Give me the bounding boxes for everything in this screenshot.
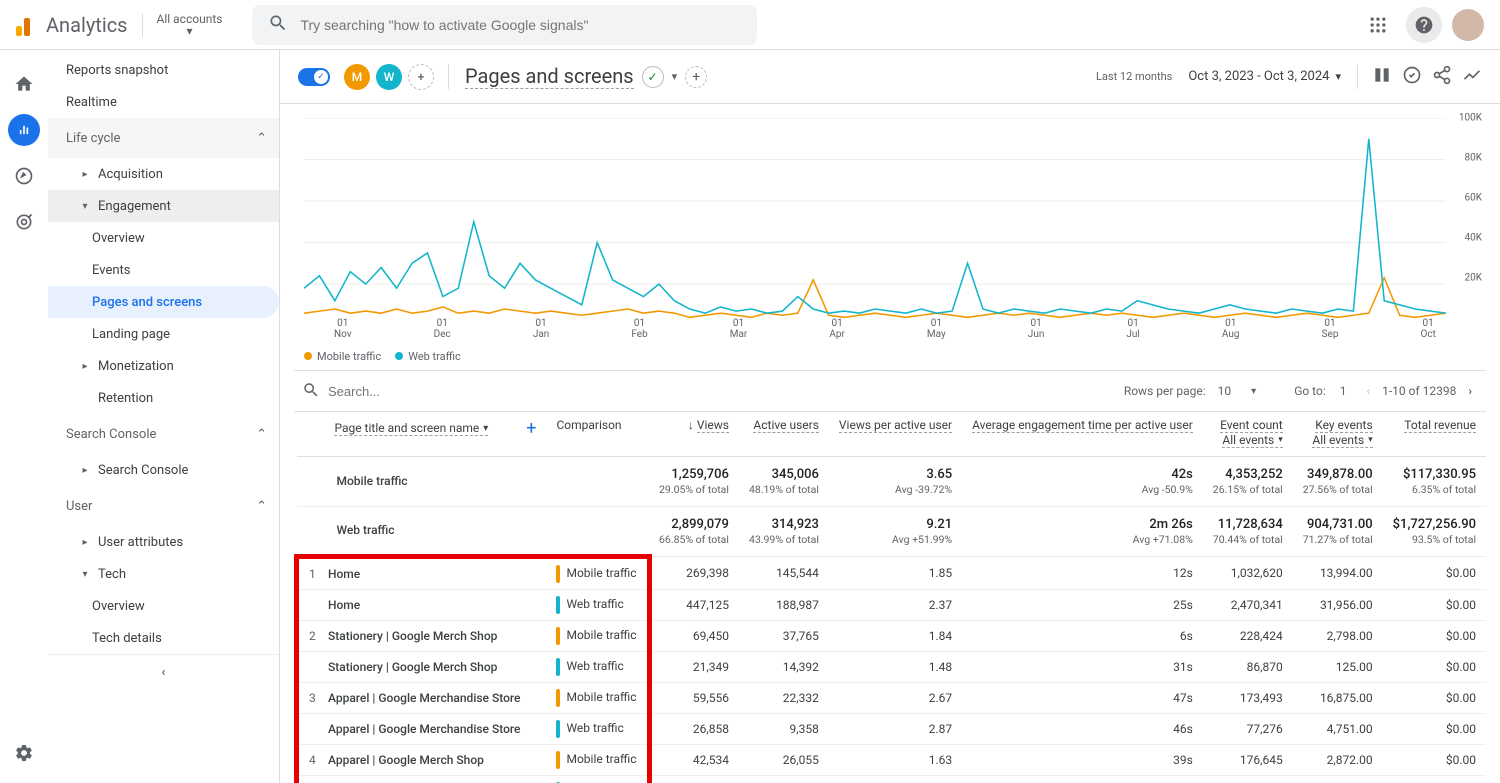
main: ✓ M W + Pages and screens ✓ ▾ + Last 12 … xyxy=(280,50,1500,783)
column-header[interactable]: Views xyxy=(697,418,729,433)
account-label: All accounts xyxy=(157,13,223,25)
account-selector[interactable]: All accounts ▾ xyxy=(157,13,223,37)
search-input[interactable] xyxy=(300,17,741,33)
segment-chip-mobile[interactable]: M xyxy=(344,64,370,90)
column-header[interactable]: Key events xyxy=(1315,418,1372,433)
column-header[interactable]: Total revenue xyxy=(1404,418,1476,433)
line-chart: 20K40K60K80K100K xyxy=(304,118,1446,318)
apps-icon[interactable] xyxy=(1360,7,1396,43)
sidebar-item-landing-page[interactable]: Landing page xyxy=(48,318,279,350)
sidebar-item-search-console[interactable]: ▸Search Console xyxy=(48,454,279,486)
sidebar-item-reports-snapshot[interactable]: Reports snapshot xyxy=(48,54,279,86)
sidebar-item-tech-details[interactable]: Tech details xyxy=(48,622,279,654)
chart-legend: Mobile traffic Web traffic xyxy=(294,340,1486,363)
sidebar-item-pages-screens[interactable]: Pages and screens xyxy=(48,286,279,318)
sidebar-item-acquisition[interactable]: ▸Acquisition xyxy=(48,158,279,190)
collapse-sidebar-button[interactable]: ‹ xyxy=(48,654,279,690)
sidebar-item-overview[interactable]: Overview xyxy=(48,222,279,254)
nav-rail xyxy=(0,50,48,783)
sidebar-section-user[interactable]: User ⌃ xyxy=(48,486,279,526)
logo-area: Analytics xyxy=(16,13,128,37)
key-events-filter-select[interactable]: All events ▾ xyxy=(1312,433,1372,448)
date-preset-label: Last 12 months xyxy=(1096,70,1172,83)
add-dimension-button[interactable]: + xyxy=(526,418,536,439)
date-range-selector[interactable]: Oct 3, 2023 - Oct 3, 2024 ▾ xyxy=(1188,69,1341,84)
dimension-selector[interactable]: Page title and screen name ▾ xyxy=(334,421,488,436)
analytics-logo-icon xyxy=(16,14,36,36)
chevron-left-icon: ‹ xyxy=(162,665,166,680)
reports-icon[interactable] xyxy=(8,114,40,146)
column-header[interactable]: Comparison xyxy=(556,418,621,432)
sidebar-item-events[interactable]: Events xyxy=(48,254,279,286)
edit-icon[interactable] xyxy=(1402,65,1422,89)
sidebar-item-tech-overview[interactable]: Overview xyxy=(48,590,279,622)
sidebar-item-realtime[interactable]: Realtime xyxy=(48,86,279,118)
page-range-label: 1-10 of 12398 xyxy=(1382,384,1456,398)
column-header[interactable]: Average engagement time per active user xyxy=(972,418,1193,433)
goto-label: Go to: xyxy=(1294,384,1326,398)
event-filter-select[interactable]: All events ▾ xyxy=(1222,433,1282,448)
home-icon[interactable] xyxy=(8,68,40,100)
table-row[interactable]: Apparel | Google Merch ShopWeb traffic42… xyxy=(297,775,1487,783)
advertising-icon[interactable] xyxy=(8,206,40,238)
table-row[interactable]: Apparel | Google Merchandise StoreWeb tr… xyxy=(297,713,1487,744)
goto-input[interactable]: 1 xyxy=(1332,384,1355,398)
search-bar[interactable] xyxy=(252,5,757,45)
add-segment-button[interactable]: + xyxy=(408,64,434,90)
chevron-down-icon[interactable]: ▾ xyxy=(672,70,678,83)
segment-chips: M W + xyxy=(344,64,434,90)
top-bar: Analytics All accounts ▾ xyxy=(0,0,1500,50)
prev-page-button[interactable]: ‹ xyxy=(1361,384,1377,398)
sidebar-section-life-cycle[interactable]: Life cycle ⌃ xyxy=(48,118,279,158)
sidebar-item-user-attributes[interactable]: ▸User attributes xyxy=(48,526,279,558)
chevron-down-icon: ▾ xyxy=(1335,70,1341,83)
chevron-up-icon: ⌃ xyxy=(256,131,267,146)
column-header[interactable]: Views per active user xyxy=(839,418,952,433)
explore-icon[interactable] xyxy=(8,160,40,192)
chevron-up-icon: ⌃ xyxy=(256,499,267,514)
sidebar-item-retention[interactable]: Retention xyxy=(48,382,279,414)
column-header[interactable]: Active users xyxy=(753,418,818,433)
sidebar: Reports snapshot Realtime Life cycle ⌃ ▸… xyxy=(48,50,280,783)
report-header: ✓ M W + Pages and screens ✓ ▾ + Last 12 … xyxy=(280,50,1500,104)
next-page-button[interactable]: › xyxy=(1462,384,1478,398)
sidebar-item-monetization[interactable]: ▸Monetization xyxy=(48,350,279,382)
table-controls: Rows per page: 10▾ Go to: 1 ‹ 1-10 of 12… xyxy=(294,370,1486,412)
share-icon[interactable] xyxy=(1432,65,1452,89)
search-icon xyxy=(268,13,288,37)
help-icon[interactable] xyxy=(1406,7,1442,43)
add-filter-button[interactable]: + xyxy=(685,66,707,88)
totals-row: Mobile traffic1,259,70629.05% of total34… xyxy=(297,456,1487,506)
comparison-toggle[interactable]: ✓ xyxy=(298,68,330,86)
segment-chip-web[interactable]: W xyxy=(376,64,402,90)
page-title: Pages and screens xyxy=(465,64,634,89)
rows-per-page-select[interactable]: 10▾ xyxy=(1212,384,1263,398)
totals-row: Web traffic2,899,07966.85% of total314,9… xyxy=(297,506,1487,556)
avatar[interactable] xyxy=(1452,9,1484,41)
table-row[interactable]: HomeWeb traffic447,125188,9872.3725s2,47… xyxy=(297,589,1487,620)
sort-down-icon: ↓ xyxy=(688,418,694,432)
check-icon[interactable]: ✓ xyxy=(642,66,664,88)
insights-icon[interactable] xyxy=(1462,65,1482,89)
rows-per-page-label: Rows per page: xyxy=(1124,384,1206,398)
app-name: Analytics xyxy=(46,13,128,37)
data-table: Page title and screen name ▾ + Compariso… xyxy=(294,412,1486,783)
column-header[interactable]: Event count xyxy=(1220,418,1283,433)
table-row[interactable]: 1 HomeMobile traffic269,398145,5441.8512… xyxy=(297,556,1487,589)
customize-icon[interactable] xyxy=(1372,65,1392,89)
table-search-input[interactable] xyxy=(328,384,504,399)
table-row[interactable]: Stationery | Google Merch ShopWeb traffi… xyxy=(297,651,1487,682)
table-row[interactable]: 2 Stationery | Google Merch ShopMobile t… xyxy=(297,620,1487,651)
sidebar-item-tech[interactable]: ▾Tech xyxy=(48,558,279,590)
settings-icon[interactable] xyxy=(8,737,40,769)
table-row[interactable]: 3 Apparel | Google Merchandise StoreMobi… xyxy=(297,682,1487,713)
chart-panel: 20K40K60K80K100K 01Nov01Dec01Jan01Feb01M… xyxy=(294,118,1486,370)
sidebar-item-engagement[interactable]: ▾Engagement xyxy=(48,190,279,222)
search-icon xyxy=(302,381,320,402)
chevron-down-icon: ▾ xyxy=(186,25,192,37)
chevron-up-icon: ⌃ xyxy=(256,427,267,442)
table-row[interactable]: 4 Apparel | Google Merch ShopMobile traf… xyxy=(297,744,1487,775)
sidebar-section-search-console[interactable]: Search Console ⌃ xyxy=(48,414,279,454)
